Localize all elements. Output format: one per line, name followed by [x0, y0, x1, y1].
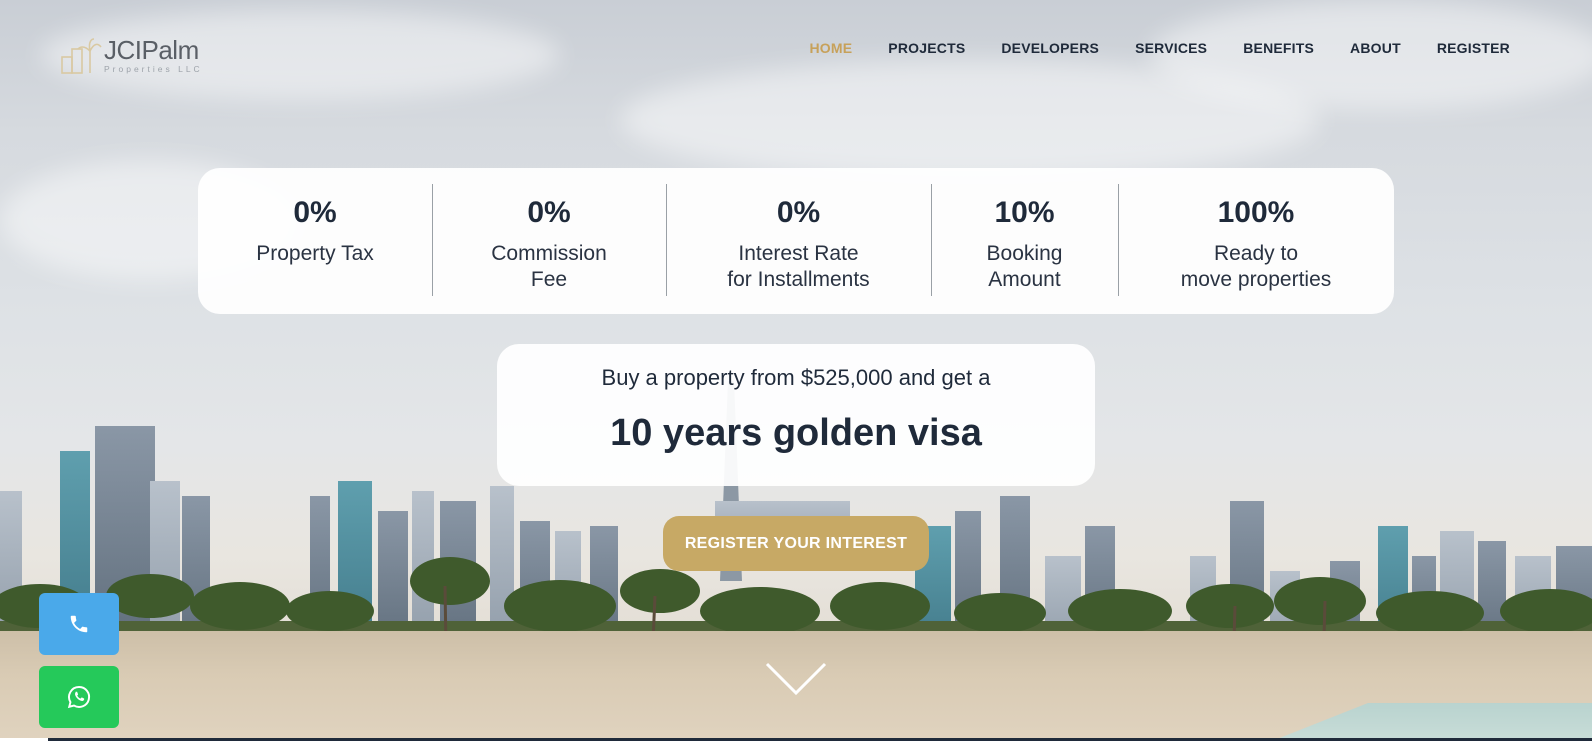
stat-label: Ready to move properties	[1180, 242, 1332, 291]
stat-booking-amount: 10% Booking Amount	[931, 168, 1118, 314]
brand-tagline: Properties LLC	[104, 63, 203, 74]
whatsapp-button[interactable]	[39, 666, 119, 728]
stat-label: Interest Rate for Installments	[727, 242, 870, 291]
register-interest-button[interactable]: REGISTER YOUR INTEREST	[663, 516, 929, 571]
stat-value: 10%	[994, 196, 1055, 229]
stat-interest-rate: 0% Interest Rate for Installments	[666, 168, 931, 314]
main-nav: HOME PROJECTS DEVELOPERS SERVICES BENEFI…	[773, 40, 1510, 56]
brand-name: JCIPalm	[104, 34, 199, 65]
brand-logo[interactable]: JCIPalm Properties LLC	[58, 34, 208, 76]
nav-home[interactable]: HOME	[809, 40, 852, 56]
phone-icon	[70, 615, 88, 633]
visa-headline: 10 years golden visa	[610, 412, 982, 454]
nav-services[interactable]: SERVICES	[1135, 40, 1207, 56]
stat-value: 100%	[1217, 196, 1295, 229]
visa-intro-text: Buy a property from $525,000 and get a	[601, 365, 991, 390]
stat-ready-properties: 100% Ready to move properties	[1118, 168, 1394, 314]
stat-value: 0%	[527, 196, 571, 229]
golden-visa-card: Buy a property from $525,000 and get a 1…	[497, 344, 1095, 486]
stat-label: Property Tax	[256, 242, 374, 265]
palm-building-logo-icon	[58, 35, 102, 75]
stat-commission-fee: 0% Commission Fee	[432, 168, 666, 314]
nav-benefits[interactable]: BENEFITS	[1243, 40, 1314, 56]
stat-property-tax: 0% Property Tax	[198, 168, 432, 314]
nav-register[interactable]: REGISTER	[1437, 40, 1510, 56]
stat-label: Commission Fee	[491, 242, 607, 291]
nav-about[interactable]: ABOUT	[1350, 40, 1401, 56]
whatsapp-icon	[67, 686, 91, 709]
nav-developers[interactable]: DEVELOPERS	[1001, 40, 1099, 56]
call-button[interactable]	[39, 593, 119, 655]
nav-projects[interactable]: PROJECTS	[888, 40, 965, 56]
stat-value: 0%	[776, 196, 821, 229]
chevron-down-icon[interactable]	[765, 662, 827, 696]
stat-label: Booking Amount	[986, 242, 1063, 291]
stats-card: 0% Property Tax 0% Commission Fee 0% Int…	[198, 168, 1394, 314]
stat-value: 0%	[293, 196, 337, 229]
